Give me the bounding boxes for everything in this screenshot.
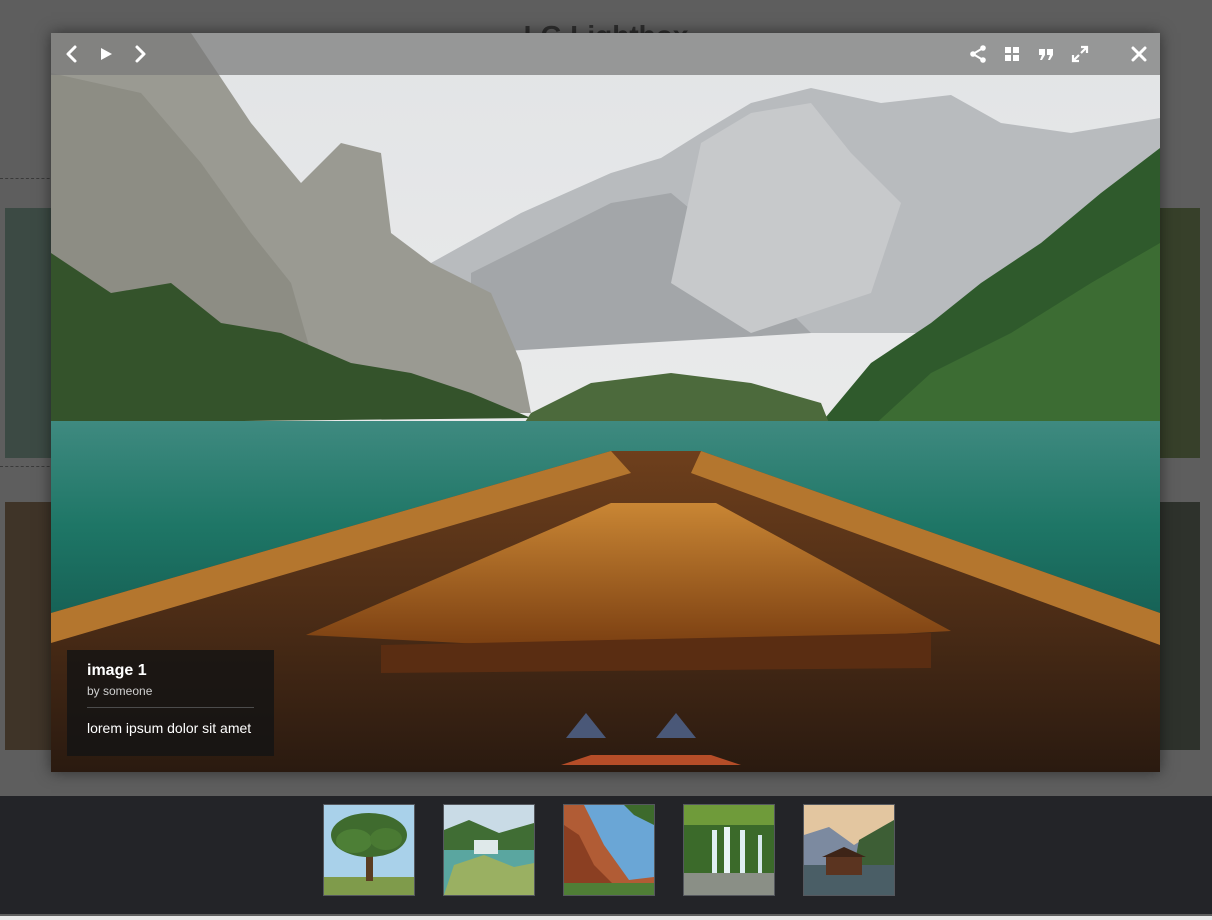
caption-divider (87, 707, 254, 708)
share-icon (970, 45, 986, 63)
fullscreen-button[interactable] (1068, 42, 1092, 66)
lightbox-container: image 1 by someone lorem ipsum dolor sit… (51, 33, 1160, 772)
background-gallery-item-left-1 (5, 208, 51, 458)
caption-author: by someone (87, 684, 153, 698)
close-icon (1131, 46, 1147, 62)
caption-description: lorem ipsum dolor sit amet (87, 720, 252, 736)
chevron-right-icon (135, 45, 146, 63)
thumbnail-image-river-falls (444, 805, 534, 895)
quote-icon (1039, 49, 1053, 60)
background-gallery-item-right-1 (1160, 208, 1200, 458)
prev-button[interactable] (60, 42, 84, 66)
close-button[interactable] (1127, 42, 1151, 66)
thumbnail-1[interactable] (323, 804, 415, 896)
lightbox-toolbar (51, 33, 1160, 75)
thumbnail-image-lake-boathouse (804, 805, 894, 895)
thumbnail-image-red-canyon (564, 805, 654, 895)
thumbnail-image-waterfall-forest (684, 805, 774, 895)
play-icon (101, 48, 112, 60)
background-footer (0, 916, 1212, 920)
thumbnails-toggle-button[interactable] (1000, 42, 1024, 66)
background-gallery-item-left-2 (5, 502, 51, 750)
expand-icon (1071, 45, 1089, 63)
background-gallery-item-right-2 (1160, 502, 1200, 750)
thumbnail-bar (0, 796, 1212, 914)
comments-button[interactable] (1034, 42, 1058, 66)
chevron-left-icon (66, 45, 77, 63)
autoplay-button[interactable] (94, 42, 118, 66)
thumbnail-5[interactable] (803, 804, 895, 896)
image-caption: image 1 by someone lorem ipsum dolor sit… (67, 650, 274, 756)
thumbnail-image-lone-tree (324, 805, 414, 895)
thumbnail-4[interactable] (683, 804, 775, 896)
thumbnail-3[interactable] (563, 804, 655, 896)
share-button[interactable] (966, 42, 990, 66)
grid-icon (1005, 47, 1019, 61)
thumbnail-2[interactable] (443, 804, 535, 896)
caption-title: image 1 (87, 662, 147, 679)
next-button[interactable] (128, 42, 152, 66)
